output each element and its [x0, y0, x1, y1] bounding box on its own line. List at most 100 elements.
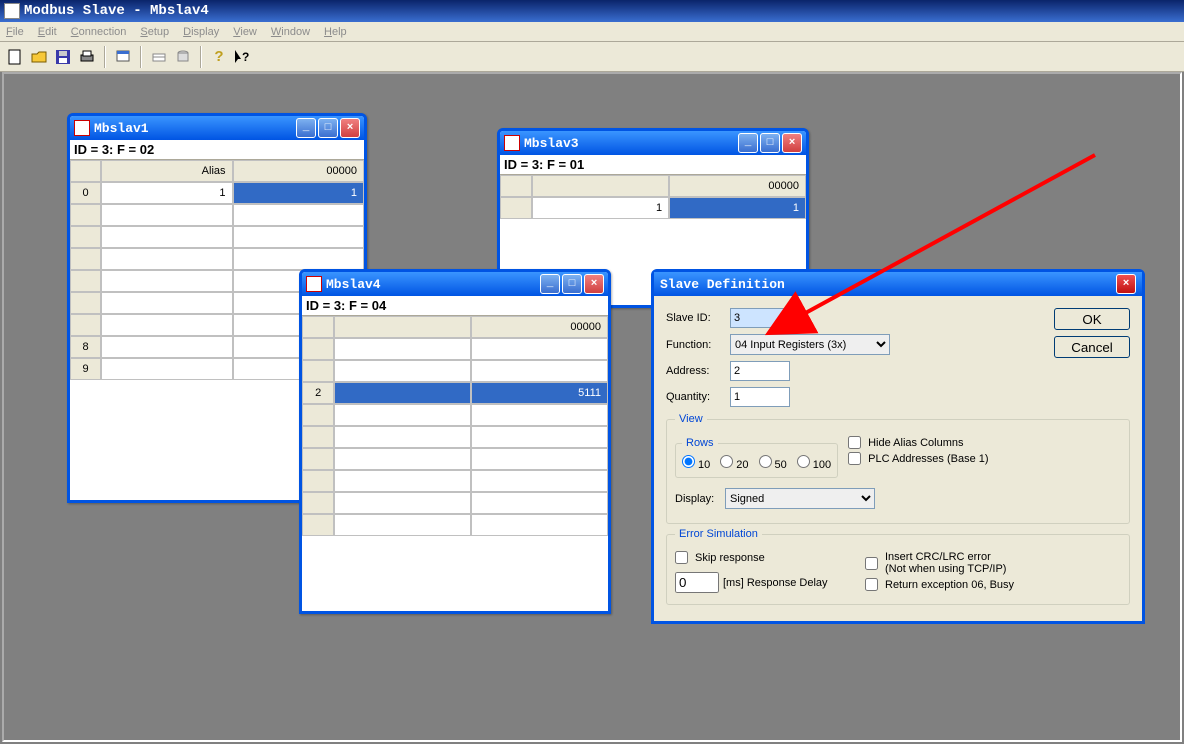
window-titlebar[interactable]: Mbslav4 _ □ ×: [302, 272, 608, 296]
plc-addresses-label: PLC Addresses (Base 1): [868, 453, 988, 465]
register-grid[interactable]: 00000 11: [500, 175, 806, 219]
menu-file[interactable]: File: [6, 26, 24, 38]
open-icon[interactable]: [30, 48, 48, 66]
table-row: [302, 404, 608, 426]
rows-20-radio[interactable]: 20: [720, 455, 748, 471]
slave-id-input[interactable]: [730, 308, 790, 328]
function-label: Function:: [666, 339, 730, 351]
app-title: Modbus Slave - Mbslav4: [24, 3, 209, 19]
save-icon[interactable]: [54, 48, 72, 66]
mdi-window-mbslav4[interactable]: Mbslav4 _ □ × ID = 3: F = 04 00000 25111: [299, 269, 611, 614]
close-button[interactable]: ×: [584, 274, 604, 294]
window-title: Mbslav3: [524, 136, 579, 151]
device-icon[interactable]: [150, 48, 168, 66]
error-simulation-group: Error Simulation Skip response [ms] Resp…: [666, 528, 1130, 605]
doc-icon: [504, 135, 520, 151]
col-value[interactable]: 00000: [233, 160, 364, 182]
menu-display[interactable]: Display: [183, 26, 219, 38]
hide-alias-checkbox[interactable]: [848, 436, 861, 449]
window-titlebar[interactable]: Mbslav1 _ □ ×: [70, 116, 364, 140]
col-value[interactable]: 00000: [471, 316, 608, 338]
menu-view[interactable]: View: [233, 26, 257, 38]
table-row: 11: [500, 197, 806, 219]
minimize-button[interactable]: _: [540, 274, 560, 294]
svg-text:?: ?: [242, 50, 249, 64]
menubar: File Edit Connection Setup Display View …: [0, 22, 1184, 42]
new-icon[interactable]: [6, 48, 24, 66]
col-value[interactable]: 00000: [669, 175, 806, 197]
quantity-label: Quantity:: [666, 391, 730, 403]
minimize-button[interactable]: _: [296, 118, 316, 138]
register-grid[interactable]: 00000 25111: [302, 316, 608, 536]
maximize-button[interactable]: □: [760, 133, 780, 153]
window-status: ID = 3: F = 02: [70, 140, 364, 160]
table-row: [302, 426, 608, 448]
col-alias[interactable]: Alias: [101, 160, 232, 182]
rows-legend: Rows: [682, 437, 718, 449]
table-row: [302, 470, 608, 492]
print-icon[interactable]: [78, 48, 96, 66]
cylinder-icon[interactable]: [174, 48, 192, 66]
menu-setup[interactable]: Setup: [140, 26, 169, 38]
selected-cell[interactable]: 1: [669, 197, 806, 219]
function-select[interactable]: 04 Input Registers (3x): [730, 334, 890, 355]
table-row: [70, 204, 364, 226]
slave-id-label: Slave ID:: [666, 312, 730, 324]
response-delay-label: [ms] Response Delay: [723, 577, 828, 589]
doc-icon: [74, 120, 90, 136]
address-input[interactable]: [730, 361, 790, 381]
rows-group: Rows 10 20 50 100: [675, 437, 838, 478]
view-legend: View: [675, 413, 707, 425]
cancel-button[interactable]: Cancel: [1054, 336, 1130, 358]
doc-icon: [306, 276, 322, 292]
skip-response-checkbox[interactable]: [675, 551, 688, 564]
return-exception-checkbox[interactable]: [865, 578, 878, 591]
table-row: [302, 338, 608, 360]
window-icon[interactable]: [114, 48, 132, 66]
dialog-title: Slave Definition: [660, 277, 785, 292]
menu-connection[interactable]: Connection: [71, 26, 127, 38]
slave-definition-dialog[interactable]: Slave Definition × OK Cancel Slave ID: F…: [651, 269, 1145, 624]
rows-50-radio[interactable]: 50: [759, 455, 787, 471]
plc-addresses-checkbox[interactable]: [848, 452, 861, 465]
insert-crc-label: Insert CRC/LRC error(Not when using TCP/…: [885, 551, 1006, 575]
maximize-button[interactable]: □: [318, 118, 338, 138]
insert-crc-checkbox[interactable]: [865, 557, 878, 570]
selected-cell[interactable]: 1: [233, 182, 364, 204]
close-button[interactable]: ×: [782, 133, 802, 153]
toolbar: ? ?: [0, 42, 1184, 72]
table-row: [302, 360, 608, 382]
ok-button[interactable]: OK: [1054, 308, 1130, 330]
menu-help[interactable]: Help: [324, 26, 347, 38]
response-delay-input[interactable]: [675, 572, 719, 593]
rows-10-radio[interactable]: 10: [682, 455, 710, 471]
context-help-icon[interactable]: ?: [234, 48, 252, 66]
window-status: ID = 3: F = 04: [302, 296, 608, 316]
address-label: Address:: [666, 365, 730, 377]
maximize-button[interactable]: □: [562, 274, 582, 294]
menu-edit[interactable]: Edit: [38, 26, 57, 38]
dialog-titlebar[interactable]: Slave Definition ×: [654, 272, 1142, 296]
window-titlebar[interactable]: Mbslav3 _ □ ×: [500, 131, 806, 155]
dialog-close-button[interactable]: ×: [1116, 274, 1136, 294]
table-row: 011: [70, 182, 364, 204]
window-title: Mbslav4: [326, 277, 381, 292]
app-titlebar: Modbus Slave - Mbslav4: [0, 0, 1184, 22]
selected-cell[interactable]: 5111: [471, 382, 608, 404]
display-select[interactable]: Signed: [725, 488, 875, 509]
hide-alias-label: Hide Alias Columns: [868, 437, 963, 449]
view-group: View Rows 10 20 50 100 Hide Alias Column…: [666, 413, 1130, 524]
rows-100-radio[interactable]: 100: [797, 455, 831, 471]
table-row: [302, 514, 608, 536]
table-row: [302, 448, 608, 470]
quantity-input[interactable]: [730, 387, 790, 407]
minimize-button[interactable]: _: [738, 133, 758, 153]
close-button[interactable]: ×: [340, 118, 360, 138]
skip-response-label: Skip response: [695, 552, 765, 564]
menu-window[interactable]: Window: [271, 26, 310, 38]
help-icon[interactable]: ?: [210, 48, 228, 66]
error-legend: Error Simulation: [675, 528, 762, 540]
table-row: [70, 248, 364, 270]
mdi-workspace: Mbslav1 _ □ × ID = 3: F = 02 Alias 00000 …: [2, 72, 1182, 742]
table-row: [302, 492, 608, 514]
